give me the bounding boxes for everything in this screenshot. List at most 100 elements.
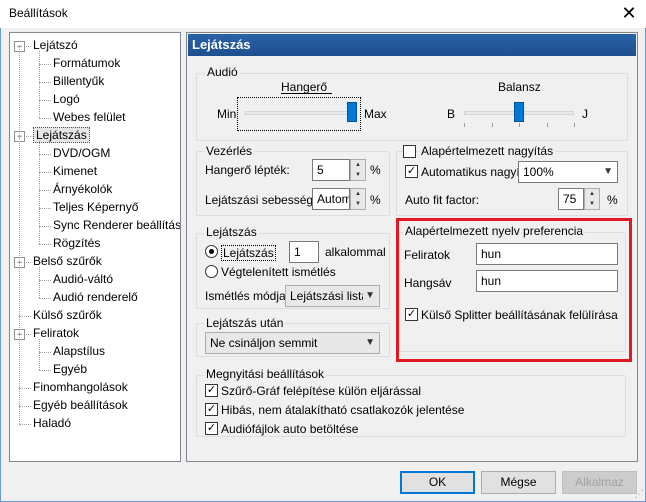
spin-up-icon[interactable]: ▲ — [351, 160, 365, 170]
playback-group-label: Lejátszás — [204, 225, 259, 239]
tree-item[interactable]: Külső szűrők — [33, 307, 102, 324]
tree-item[interactable]: Lejátszás — [33, 127, 90, 144]
open-option-checkbox[interactable]: ✓ — [205, 422, 218, 435]
tree-connector — [39, 244, 51, 245]
audio-group-label: Audió — [205, 65, 240, 79]
tree-item[interactable]: Logó — [53, 91, 80, 108]
tree-connector — [19, 406, 31, 407]
chevron-down-icon: ▼ — [363, 288, 375, 304]
speed-step-unit: % — [370, 193, 381, 207]
tree-item-label: Sync Renderer beállítások — [53, 218, 181, 232]
tree-connector — [39, 370, 51, 371]
tree-item[interactable]: Audió renderelő — [53, 289, 138, 306]
balance-tick — [491, 123, 493, 127]
tree-connector — [39, 280, 51, 281]
tree-item-label: Webes felület — [53, 110, 126, 124]
tree-item-label: Kimenet — [53, 164, 98, 178]
spin-down-icon[interactable]: ▼ — [351, 199, 365, 209]
tree-connector — [39, 208, 51, 209]
tree-item[interactable]: Rögzítés — [53, 235, 100, 252]
tree-item-label: Egyéb — [53, 362, 88, 376]
spin-up-icon[interactable]: ▲ — [351, 189, 365, 199]
tree-connector — [39, 298, 51, 299]
tree-item-label: Árnyékolók — [53, 182, 113, 196]
auto-fit-input[interactable]: 75 — [558, 188, 584, 210]
tree-connector — [19, 388, 31, 389]
open-option-label: Audiófájlok auto betöltése — [221, 422, 359, 436]
volume-label-underline — [281, 93, 332, 94]
balance-label: Balansz — [498, 80, 541, 94]
volume-max-label: Max — [364, 107, 387, 121]
open-option-label: Szűrő-Gráf felépítése külön eljárással — [221, 384, 422, 398]
close-icon[interactable]: ✕ — [616, 2, 642, 24]
tree-item[interactable]: Finomhangolások — [33, 379, 128, 396]
tree-item[interactable]: Sync Renderer beállítások — [53, 217, 181, 234]
tree-item[interactable]: Audió-váltó — [53, 271, 113, 288]
volume-step-input[interactable]: 5 — [312, 159, 350, 181]
tree-connector — [39, 190, 51, 191]
tree-item[interactable]: Kimenet — [53, 163, 97, 180]
volume-step-unit: % — [370, 163, 381, 177]
resize-grip-icon[interactable]: ⋰ — [634, 489, 644, 500]
tree-item-label: Teljes Képernyő — [53, 200, 139, 214]
tree-connector — [19, 46, 20, 424]
tree-item[interactable]: Alapstílus — [53, 343, 105, 360]
speed-step-spinner[interactable]: ▲ ▼ — [350, 188, 366, 210]
volume-step-label: Hangerő lépték: — [205, 163, 290, 177]
tree-item[interactable]: Belső szűrők — [33, 253, 102, 270]
tree-item[interactable]: Egyéb — [53, 361, 87, 378]
volume-label: Hangerő — [281, 80, 328, 94]
tree-item[interactable]: Haladó — [33, 415, 71, 432]
repeat-mode-select[interactable]: Lejátszási lista ▼ — [285, 285, 380, 307]
chevron-down-icon: ▼ — [603, 166, 613, 177]
tree-connector — [39, 226, 51, 227]
auto-zoom-select[interactable]: 100% ▼ — [518, 161, 618, 183]
tree-connector — [39, 352, 51, 353]
balance-tick — [546, 123, 548, 127]
ok-button[interactable]: OK — [400, 471, 475, 494]
zoom-group-label: Alapértelmezett nagyítás — [419, 144, 556, 158]
tree-connector — [39, 100, 51, 101]
spin-down-icon[interactable]: ▼ — [351, 170, 365, 180]
tree-item[interactable]: Egyéb beállítások — [33, 397, 128, 414]
control-group-label: Vezérlés — [204, 144, 255, 158]
volume-step-spinner[interactable]: ▲ ▼ — [350, 159, 366, 181]
chevron-down-icon: ▼ — [365, 337, 375, 348]
window-title: Beállítások — [9, 6, 68, 20]
repeat-mode-label: Ismétlés módja — [205, 289, 286, 303]
balance-b-label: B — [447, 107, 456, 121]
play-n-times-radio[interactable] — [205, 245, 218, 258]
tree-item[interactable]: Webes felület — [53, 109, 126, 126]
volume-slider-thumb[interactable] — [347, 102, 357, 122]
speed-step-input[interactable]: Automatikus — [312, 188, 350, 210]
tree-item[interactable]: Formátumok — [53, 55, 120, 72]
tree-item-label: Finomhangolások — [33, 380, 128, 394]
tree-connector — [39, 82, 51, 83]
title-bar — [0, 0, 646, 28]
open-options-label: Megnyitási beállítások — [204, 367, 327, 381]
open-option-label: Hibás, nem átalakítható csatlakozók jele… — [221, 403, 465, 417]
tree-connector — [39, 267, 40, 298]
balance-slider-thumb[interactable] — [514, 102, 524, 122]
auto-zoom-checkbox[interactable]: ✓ — [405, 165, 418, 178]
open-option-checkbox[interactable]: ✓ — [205, 403, 218, 416]
play-count-input[interactable]: 1 — [289, 241, 319, 263]
spin-up-icon[interactable]: ▲ — [585, 189, 599, 199]
apply-button[interactable]: Alkalmaz — [562, 471, 637, 494]
tree-item[interactable]: Teljes Képernyő — [53, 199, 138, 216]
tree-item[interactable]: DVD/OGM — [53, 145, 110, 162]
open-option-checkbox[interactable]: ✓ — [205, 384, 218, 397]
spin-down-icon[interactable]: ▼ — [585, 199, 599, 209]
auto-fit-spinner[interactable]: ▲ ▼ — [584, 188, 600, 210]
tree-item[interactable]: Billentyűk — [53, 73, 104, 90]
tree-item-label: Feliratok — [33, 326, 80, 340]
settings-tree[interactable]: − Lejátszó Formátumok Billentyűk Logó Webes f… — [9, 32, 181, 462]
cancel-button[interactable]: Mégse — [481, 471, 556, 494]
zoom-group-checkbox[interactable] — [403, 145, 416, 158]
after-playback-select[interactable]: Ne csináljon semmit ▼ — [205, 332, 380, 354]
repeat-mode-value: Lejátszási lista — [290, 289, 369, 303]
auto-fit-label: Auto fit factor: — [405, 193, 480, 207]
repeat-forever-radio[interactable] — [205, 265, 218, 278]
tree-item[interactable]: Árnyékolók — [53, 181, 112, 198]
volume-slider-track[interactable] — [245, 111, 357, 115]
